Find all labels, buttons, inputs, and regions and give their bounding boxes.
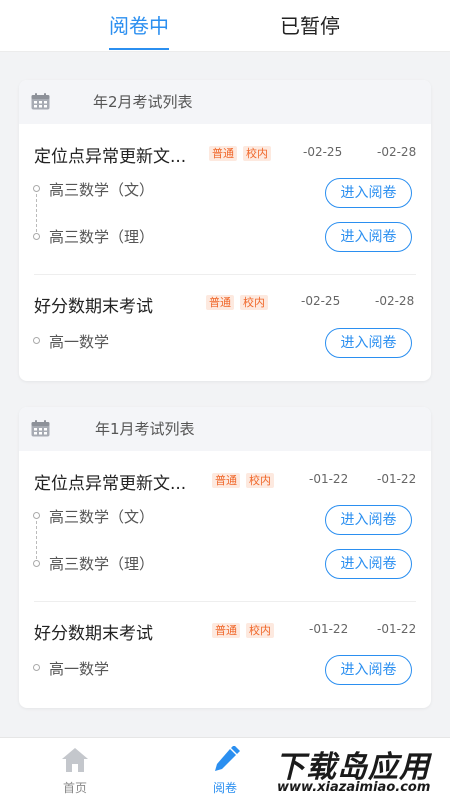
- exam-title: 定位点异常更新文...: [34, 474, 187, 494]
- timeline-dot: [33, 233, 40, 240]
- tab-active-underline: [109, 48, 169, 50]
- exam-title: 好分数期末考试: [34, 624, 153, 644]
- month-card-february: 年2月考试列表 定位点异常更新文... 普通 校内 -02-25 -02-28 …: [19, 80, 431, 381]
- enter-review-button[interactable]: 进入阅卷: [325, 549, 412, 579]
- exam-start-date: -02-25: [303, 145, 343, 159]
- card-header: 年1月考试列表: [19, 407, 431, 451]
- tab-reviewing-label: 阅卷中: [109, 14, 169, 38]
- nav-home[interactable]: 首页: [45, 738, 105, 800]
- divider: [34, 274, 416, 275]
- tab-reviewing[interactable]: 阅卷中: [105, 0, 173, 52]
- enter-review-button[interactable]: 进入阅卷: [325, 222, 412, 252]
- pen-icon: [215, 746, 240, 771]
- watermark: 下载岛应用 www.xiazaimiao.com: [271, 742, 447, 798]
- tag-type: 普通: [212, 623, 240, 638]
- exam-end-date: -01-22: [377, 622, 417, 636]
- divider: [34, 601, 416, 602]
- tag-scope: 校内: [246, 473, 274, 488]
- timeline-dot: [33, 512, 40, 519]
- exam-start-date: -02-25: [301, 294, 341, 308]
- timeline-dot: [33, 560, 40, 567]
- nav-home-label: 首页: [62, 781, 87, 795]
- month-card-january: 年1月考试列表 定位点异常更新文... 普通 校内 -01-22 -01-22 …: [19, 407, 431, 708]
- home-icon: [62, 748, 88, 772]
- watermark-url: www.xiazaimiao.com: [277, 780, 431, 795]
- tab-paused[interactable]: 已暂停: [276, 0, 344, 52]
- subject-label: 高一数学: [49, 333, 110, 351]
- exam-end-date: -01-22: [377, 472, 417, 486]
- exam-end-date: -02-28: [375, 294, 415, 308]
- timeline-dot: [33, 185, 40, 192]
- tag-type: 普通: [209, 146, 237, 161]
- enter-review-button[interactable]: 进入阅卷: [325, 505, 412, 535]
- subject-label: 高三数学（理）: [49, 555, 155, 573]
- calendar-icon: [31, 93, 50, 110]
- subject-label: 高一数学: [49, 660, 110, 678]
- exam-title: 定位点异常更新文...: [34, 147, 187, 167]
- timeline-dot: [33, 337, 40, 344]
- card-header: 年2月考试列表: [19, 80, 431, 124]
- tag-scope: 校内: [243, 146, 271, 161]
- tag-scope: 校内: [246, 623, 274, 638]
- exam-start-date: -01-22: [309, 622, 349, 636]
- tab-paused-label: 已暂停: [280, 14, 340, 38]
- calendar-icon: [31, 420, 50, 437]
- top-tab-bar: 阅卷中 已暂停: [0, 0, 450, 52]
- subject-label: 高三数学（理）: [49, 228, 155, 246]
- tag-type: 普通: [212, 473, 240, 488]
- exam-end-date: -02-28: [377, 145, 417, 159]
- nav-review[interactable]: 阅卷: [195, 738, 255, 800]
- timeline-line: [36, 521, 37, 559]
- enter-review-button[interactable]: 进入阅卷: [325, 328, 412, 358]
- tag-scope: 校内: [240, 295, 268, 310]
- timeline-dot: [33, 664, 40, 671]
- card-title: 年2月考试列表: [93, 93, 193, 111]
- timeline-line: [36, 194, 37, 232]
- subject-label: 高三数学（文）: [49, 508, 155, 526]
- exam-start-date: -01-22: [309, 472, 349, 486]
- exam-title: 好分数期末考试: [34, 297, 153, 317]
- enter-review-button[interactable]: 进入阅卷: [325, 178, 412, 208]
- subject-label: 高三数学（文）: [49, 181, 155, 199]
- tag-type: 普通: [206, 295, 234, 310]
- enter-review-button[interactable]: 进入阅卷: [325, 655, 412, 685]
- nav-review-label: 阅卷: [212, 781, 237, 795]
- card-title: 年1月考试列表: [95, 420, 195, 438]
